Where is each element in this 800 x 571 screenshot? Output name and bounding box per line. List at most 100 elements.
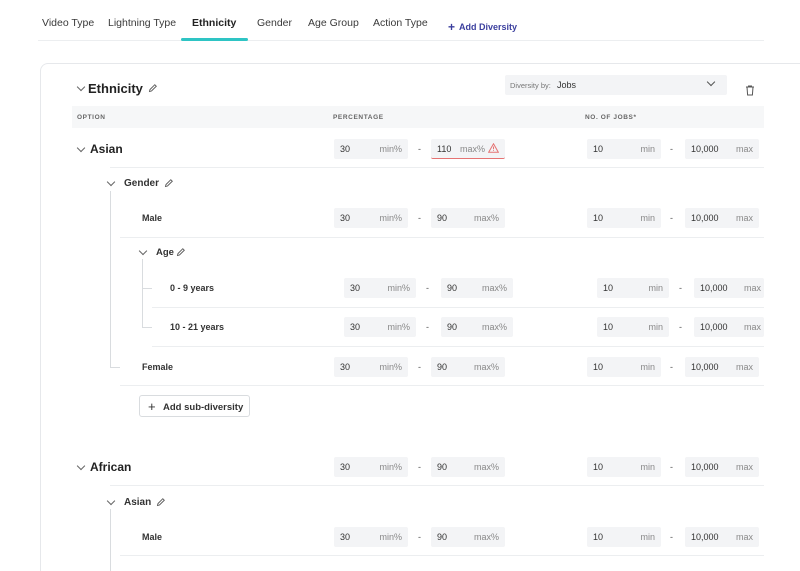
trash-icon[interactable] [744, 84, 756, 96]
jobs-max-input[interactable]: 10,000 max [685, 139, 759, 159]
pencil-icon[interactable] [148, 83, 158, 93]
range-dash: - [426, 283, 429, 293]
input-value: 30 [350, 283, 361, 293]
input-unit: min% [379, 462, 402, 472]
input-value: 10 [593, 144, 604, 154]
row-divider [120, 237, 764, 238]
input-unit: min% [379, 213, 402, 223]
input-unit: min% [379, 362, 402, 372]
pct-max-input[interactable]: 90 max% [441, 317, 513, 337]
tree-branch [142, 327, 152, 328]
input-value: 10 [603, 322, 614, 332]
chevron-down-icon[interactable] [76, 82, 86, 92]
pct-max-input[interactable]: 90 max% [431, 357, 505, 377]
input-unit: min% [387, 322, 410, 332]
range-dash: - [418, 362, 421, 372]
add-diversity-button[interactable]: + Add Diversity [448, 19, 517, 34]
pct-max-input[interactable]: 110 max% [431, 139, 505, 159]
input-unit: max [743, 283, 761, 293]
jobs-min-input[interactable]: 10 min [587, 139, 661, 159]
jobs-max-input[interactable]: 10,000 max [685, 357, 759, 377]
tab-age-group[interactable]: Age Group [308, 17, 359, 29]
sub-group-label-gender: Gender [124, 178, 160, 189]
tab-video-type[interactable]: Video Type [42, 17, 94, 29]
jobs-max-input[interactable]: 10,000 max [685, 457, 759, 477]
jobs-max-input[interactable]: 10,000 max [685, 208, 759, 228]
chevron-down-icon[interactable] [106, 177, 116, 187]
row-divider [110, 485, 764, 486]
jobs-min-input[interactable]: 10 min [597, 317, 669, 337]
header-option: OPTION [77, 114, 106, 121]
pct-min-input[interactable]: 30 min% [334, 357, 408, 377]
pct-min-input[interactable]: 30 min% [344, 278, 416, 298]
tree-line [110, 191, 111, 367]
chevron-down-icon[interactable] [106, 496, 116, 506]
plus-icon: + [148, 399, 156, 414]
pct-max-input[interactable]: 90 max% [441, 278, 513, 298]
tree-branch [142, 288, 152, 289]
input-value: 30 [340, 462, 351, 472]
jobs-min-input[interactable]: 10 min [587, 208, 661, 228]
tab-action-type[interactable]: Action Type [373, 17, 428, 29]
input-value: 10,000 [691, 532, 719, 542]
pct-max-input[interactable]: 90 max% [431, 208, 505, 228]
jobs-min-input[interactable]: 10 min [597, 278, 669, 298]
jobs-max-input[interactable]: 10,000 max [694, 278, 764, 298]
jobs-min-input[interactable]: 10 min [587, 527, 661, 547]
pencil-icon[interactable] [164, 178, 174, 188]
row-divider [152, 346, 764, 347]
input-unit: max% [473, 462, 499, 472]
input-unit: min [648, 322, 663, 332]
input-unit: max% [481, 283, 507, 293]
input-value: 30 [350, 322, 361, 332]
pencil-icon[interactable] [156, 497, 166, 507]
input-value: 10 [593, 362, 604, 372]
tab-gender[interactable]: Gender [257, 17, 292, 29]
input-unit: min% [379, 532, 402, 542]
input-unit: min [640, 532, 655, 542]
input-unit: max [735, 462, 753, 472]
tab-lightning-type[interactable]: Lightning Type [108, 17, 176, 29]
pct-max-input[interactable]: 90 max% [431, 527, 505, 547]
group-label-asian: Asian [90, 142, 123, 156]
table-header [72, 106, 764, 128]
jobs-max-input[interactable]: 10,000 max [694, 317, 764, 337]
jobs-max-input[interactable]: 10,000 max [685, 527, 759, 547]
tree-line [142, 259, 143, 327]
tab-ethnicity[interactable]: Ethnicity [192, 17, 236, 29]
chevron-down-icon[interactable] [76, 461, 86, 471]
chevron-down-icon[interactable] [138, 246, 148, 256]
section-title: Ethnicity [88, 81, 143, 96]
input-value: 10,000 [691, 213, 719, 223]
input-unit: max% [473, 362, 499, 372]
input-unit: min% [387, 283, 410, 293]
plus-icon: + [448, 20, 456, 34]
pct-max-input[interactable]: 90 max% [431, 457, 505, 477]
jobs-min-input[interactable]: 10 min [587, 357, 661, 377]
pct-min-input[interactable]: 30 min% [334, 527, 408, 547]
range-dash: - [418, 462, 421, 472]
chevron-down-icon[interactable] [76, 143, 86, 153]
diversity-by-dropdown[interactable]: Diversity by: Jobs [505, 75, 727, 95]
diversity-tabs: Video Type Lightning Type Ethnicity Gend… [0, 0, 800, 42]
input-value: 10,000 [691, 362, 719, 372]
input-unit: max% [473, 213, 499, 223]
pencil-icon[interactable] [176, 247, 186, 257]
jobs-min-input[interactable]: 10 min [587, 457, 661, 477]
pct-min-input[interactable]: 30 min% [334, 139, 408, 159]
range-dash: - [670, 532, 673, 542]
pct-min-input[interactable]: 30 min% [334, 457, 408, 477]
row-divider [110, 167, 764, 168]
input-value: 10,000 [691, 144, 719, 154]
input-value: 10 [593, 462, 604, 472]
range-dash: - [426, 322, 429, 332]
input-unit: max [735, 362, 753, 372]
pct-min-input[interactable]: 30 min% [344, 317, 416, 337]
sub-group-label-age: Age [156, 247, 174, 258]
section-card [40, 63, 800, 75]
add-sub-diversity-button[interactable]: + Add sub-diversity [139, 395, 250, 417]
pct-min-input[interactable]: 30 min% [334, 208, 408, 228]
sub-group-label-asian: Asian [124, 497, 152, 508]
input-value: 30 [340, 532, 351, 542]
input-value: 30 [340, 213, 351, 223]
